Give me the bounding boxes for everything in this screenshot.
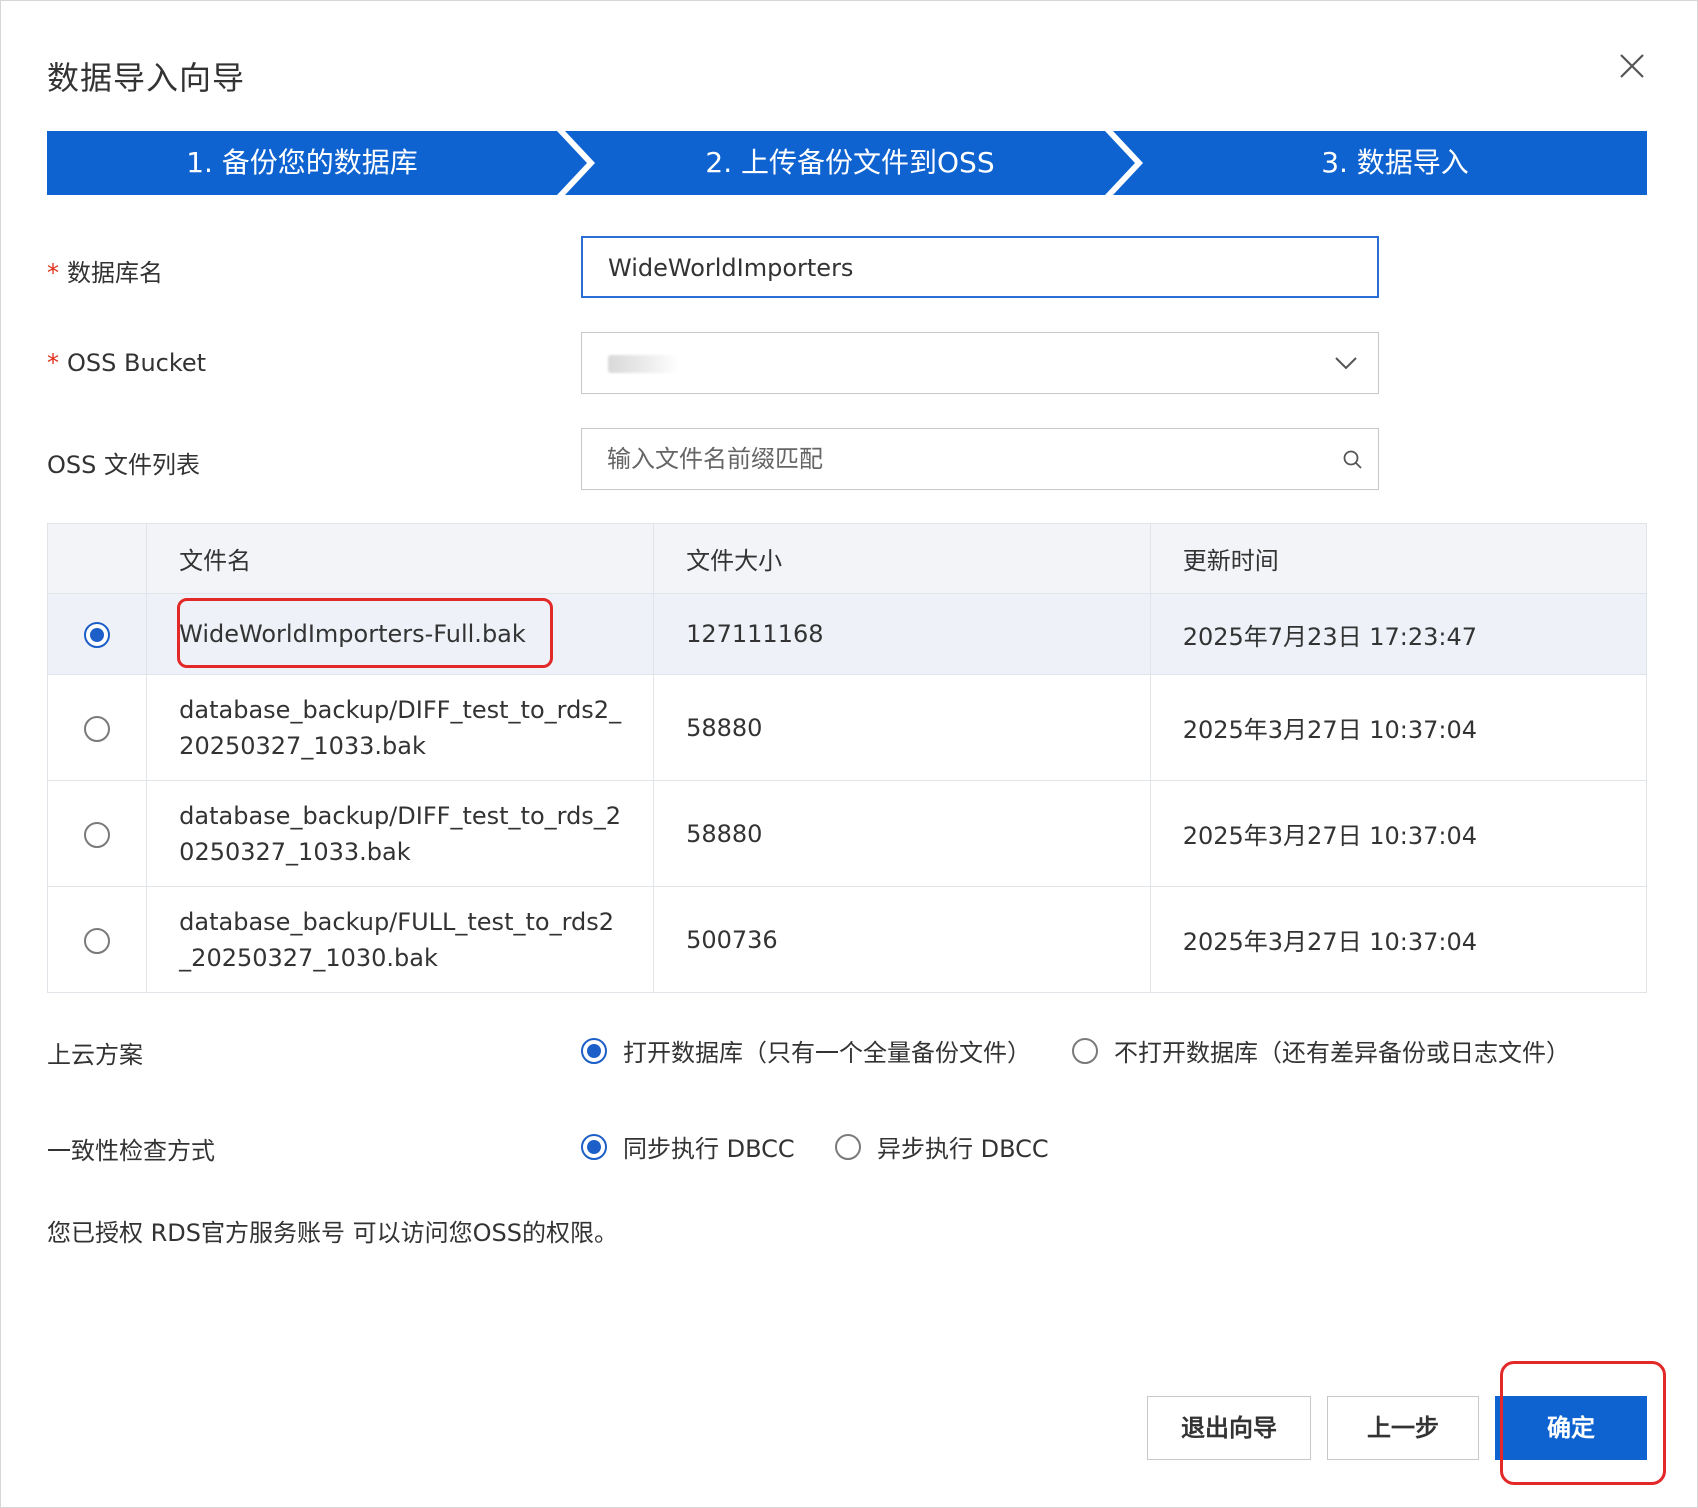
cloud-plan-not-open-text: 不打开数据库（还有差异备份或日志文件）: [1114, 1039, 1570, 1067]
row-radio[interactable]: [84, 715, 111, 742]
header-filesize: 文件大小: [653, 523, 1151, 594]
authorization-notice: 您已授权 RDS官方服务账号 可以访问您OSS的权限。: [47, 1219, 619, 1247]
cloud-plan-not-open-radio[interactable]: [1072, 1037, 1098, 1064]
file-updated: 2025年3月27日 10:37:04: [1149, 886, 1647, 993]
selected-file-highlight: [177, 598, 553, 668]
search-icon[interactable]: [1342, 449, 1364, 471]
row-radio[interactable]: [84, 927, 111, 954]
file-name: database_backup/DIFF_test_to_rds_2 02503…: [146, 780, 654, 887]
file-size: 58880: [653, 780, 1151, 887]
import-wizard-dialog: 数据导入向导 1. 备份您的数据库 2. 上传备份文件到OSS 3. 数据导入 …: [0, 0, 1698, 1508]
cloud-plan-open-text: 打开数据库（只有一个全量备份文件）: [623, 1039, 1031, 1067]
file-updated: 2025年3月27日 10:37:04: [1149, 780, 1647, 887]
header-select: [47, 523, 147, 594]
oss-bucket-select[interactable]: [581, 332, 1379, 394]
dialog-title: 数据导入向导: [47, 59, 246, 97]
file-name: database_backup/FULL_test_to_rds2 _20250…: [146, 886, 654, 993]
table-row[interactable]: database_backup/DIFF_test_to_rds_2 02503…: [47, 780, 1647, 887]
db-name-label: * 数据库名: [47, 253, 163, 288]
confirm-button-highlight: [1500, 1361, 1666, 1485]
file-name: database_backup/DIFF_test_to_rds2_ 20250…: [146, 674, 654, 781]
cloud-plan-label: 上云方案: [47, 1041, 143, 1069]
db-name-input[interactable]: WideWorldImporters: [581, 236, 1379, 298]
wizard-steps: 1. 备份您的数据库 2. 上传备份文件到OSS 3. 数据导入: [47, 131, 1647, 195]
table-row[interactable]: database_backup/FULL_test_to_rds2 _20250…: [47, 886, 1647, 993]
file-size: 500736: [653, 886, 1151, 993]
file-size: 58880: [653, 674, 1151, 781]
cloud-plan-open-option[interactable]: 打开数据库（只有一个全量备份文件）: [581, 1033, 1031, 1068]
step-3: 3. 数据导入: [1321, 146, 1469, 179]
consistency-sync-text: 同步执行 DBCC: [623, 1135, 795, 1163]
header-filename: 文件名: [146, 523, 654, 594]
chevron-down-icon: [1335, 357, 1357, 370]
step-1: 1. 备份您的数据库: [186, 146, 418, 179]
exit-wizard-button[interactable]: 退出向导: [1147, 1396, 1311, 1460]
db-name-label-text: 数据库名: [67, 259, 163, 287]
consistency-label: 一致性检查方式: [47, 1137, 215, 1165]
consistency-sync-option[interactable]: 同步执行 DBCC: [581, 1129, 795, 1164]
oss-bucket-label: * OSS Bucket: [47, 349, 206, 377]
cloud-plan-open-radio[interactable]: [581, 1037, 607, 1064]
close-icon[interactable]: [1615, 49, 1649, 83]
cloud-plan-not-open-option[interactable]: 不打开数据库（还有差异备份或日志文件）: [1072, 1033, 1570, 1068]
consistency-async-text: 异步执行 DBCC: [877, 1135, 1049, 1163]
db-name-value: WideWorldImporters: [608, 254, 854, 282]
required-mark: *: [47, 349, 59, 377]
required-mark: *: [47, 259, 59, 287]
file-size: 127111168: [653, 593, 1151, 675]
header-updated: 更新时间: [1149, 523, 1647, 594]
oss-files-label: OSS 文件列表: [47, 451, 200, 479]
step-2: 2. 上传备份文件到OSS: [705, 146, 995, 179]
table-header-row: 文件名 文件大小 更新时间: [47, 523, 1647, 594]
consistency-sync-radio[interactable]: [581, 1133, 607, 1160]
file-updated: 2025年7月23日 17:23:47: [1149, 593, 1647, 675]
table-row[interactable]: database_backup/DIFF_test_to_rds2_ 20250…: [47, 674, 1647, 781]
consistency-async-radio[interactable]: [835, 1133, 861, 1160]
row-radio[interactable]: [84, 622, 111, 648]
consistency-async-option[interactable]: 异步执行 DBCC: [835, 1129, 1049, 1164]
file-updated: 2025年3月27日 10:37:04: [1149, 674, 1647, 781]
redacted-bucket-name: [608, 355, 678, 373]
row-radio[interactable]: [84, 821, 111, 848]
oss-file-search-placeholder: 输入文件名前缀匹配: [607, 445, 823, 473]
oss-file-search-input[interactable]: 输入文件名前缀匹配: [581, 428, 1379, 490]
oss-bucket-label-text: OSS Bucket: [67, 349, 207, 377]
previous-step-button[interactable]: 上一步: [1327, 1396, 1479, 1460]
oss-file-table: 文件名 文件大小 更新时间 WideWorldImporters-Full.ba…: [47, 523, 1647, 993]
